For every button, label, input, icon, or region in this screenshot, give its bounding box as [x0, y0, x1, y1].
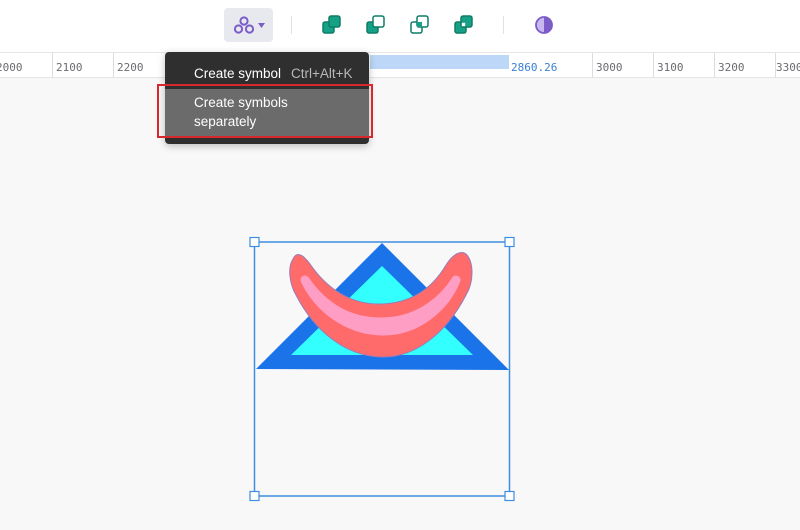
highlight-annotation-box: [157, 84, 373, 138]
canvas[interactable]: [0, 0, 800, 530]
menu-item-create-symbol[interactable]: Create symbol Ctrl+Alt+K: [165, 64, 369, 84]
resize-handle-bottom-left[interactable]: [249, 490, 260, 502]
menu-item-shortcut: Ctrl+Alt+K: [291, 66, 353, 81]
resize-handle-top-right[interactable]: [504, 236, 515, 248]
resize-handle-bottom-right[interactable]: [504, 490, 515, 502]
resize-handle-top-left[interactable]: [249, 236, 260, 248]
menu-item-label: Create symbol: [194, 66, 282, 81]
